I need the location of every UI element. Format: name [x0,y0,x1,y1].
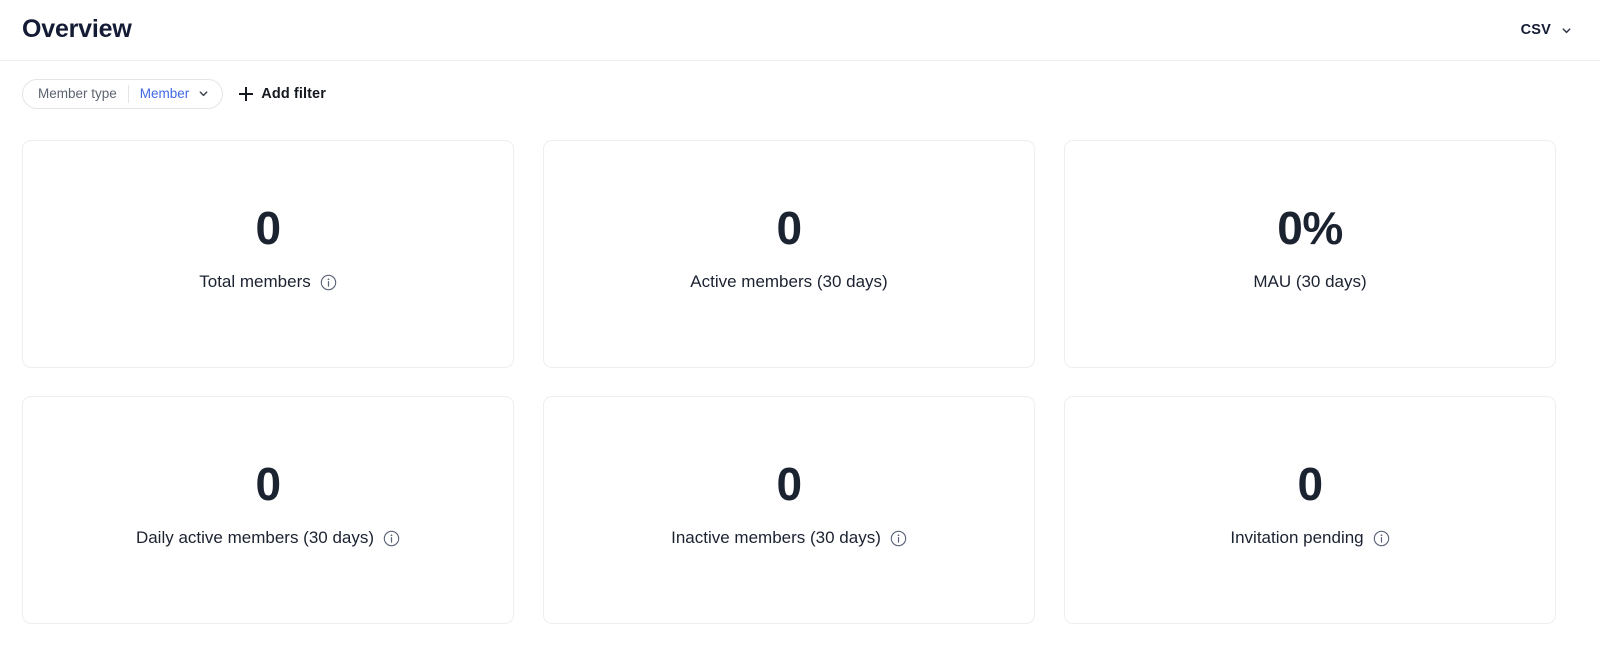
filter-key-label: Member type [38,86,117,101]
page-title: Overview [22,14,132,43]
metric-card-active-members: 0 Active members (30 days) [543,140,1035,368]
metric-label-row: Total members [199,272,336,292]
metric-label-row: Invitation pending [1230,528,1389,548]
info-circle-icon[interactable] [890,530,907,547]
metric-label-row: MAU (30 days) [1253,272,1366,292]
metric-card-inactive-members: 0 Inactive members (30 days) [543,396,1035,624]
metric-card-daily-active-members: 0 Daily active members (30 days) [22,396,514,624]
metric-label: Inactive members (30 days) [671,528,881,548]
metric-value: 0 [255,202,281,255]
metric-label-row: Active members (30 days) [690,272,887,292]
metric-label-row: Daily active members (30 days) [136,528,400,548]
metrics-grid: 0 Total members 0 Active members (30 day… [0,126,1600,624]
metric-value: 0% [1277,202,1343,255]
metric-card-mau: 0% MAU (30 days) [1064,140,1556,368]
metric-card-total-members: 0 Total members [22,140,514,368]
metric-value: 0 [776,458,802,511]
filter-pill-member-type[interactable]: Member type Member [22,78,224,109]
csv-export-label: CSV [1520,22,1551,38]
metric-label: Invitation pending [1230,528,1364,548]
filter-bar: Member type Member Add filter [0,61,1600,126]
page-header: Overview CSV [0,0,1600,61]
chevron-down-icon [1561,25,1572,36]
metric-label: Daily active members (30 days) [135,528,375,548]
info-circle-icon[interactable] [1373,530,1390,547]
metric-value: 0 [1297,458,1323,511]
metric-value: 0 [255,458,281,511]
plus-icon [239,86,254,101]
overview-page: Overview CSV Member type Member Add filt… [0,0,1600,650]
filter-value-label: Member [139,86,190,101]
info-circle-icon[interactable] [383,530,400,547]
metric-value: 0 [776,202,802,255]
info-circle-icon[interactable] [320,274,337,291]
metric-card-invitation-pending: 0 Invitation pending [1064,396,1556,624]
metric-label: MAU (30 days) [1253,272,1367,292]
csv-export-dropdown[interactable]: CSV [1515,18,1578,42]
add-filter-button[interactable]: Add filter [237,82,328,106]
metric-label: Total members [199,272,311,292]
add-filter-label: Add filter [261,85,326,102]
metric-label-row: Inactive members (30 days) [671,528,907,548]
chevron-down-icon [198,88,209,99]
metric-label: Active members (30 days) [690,272,888,292]
